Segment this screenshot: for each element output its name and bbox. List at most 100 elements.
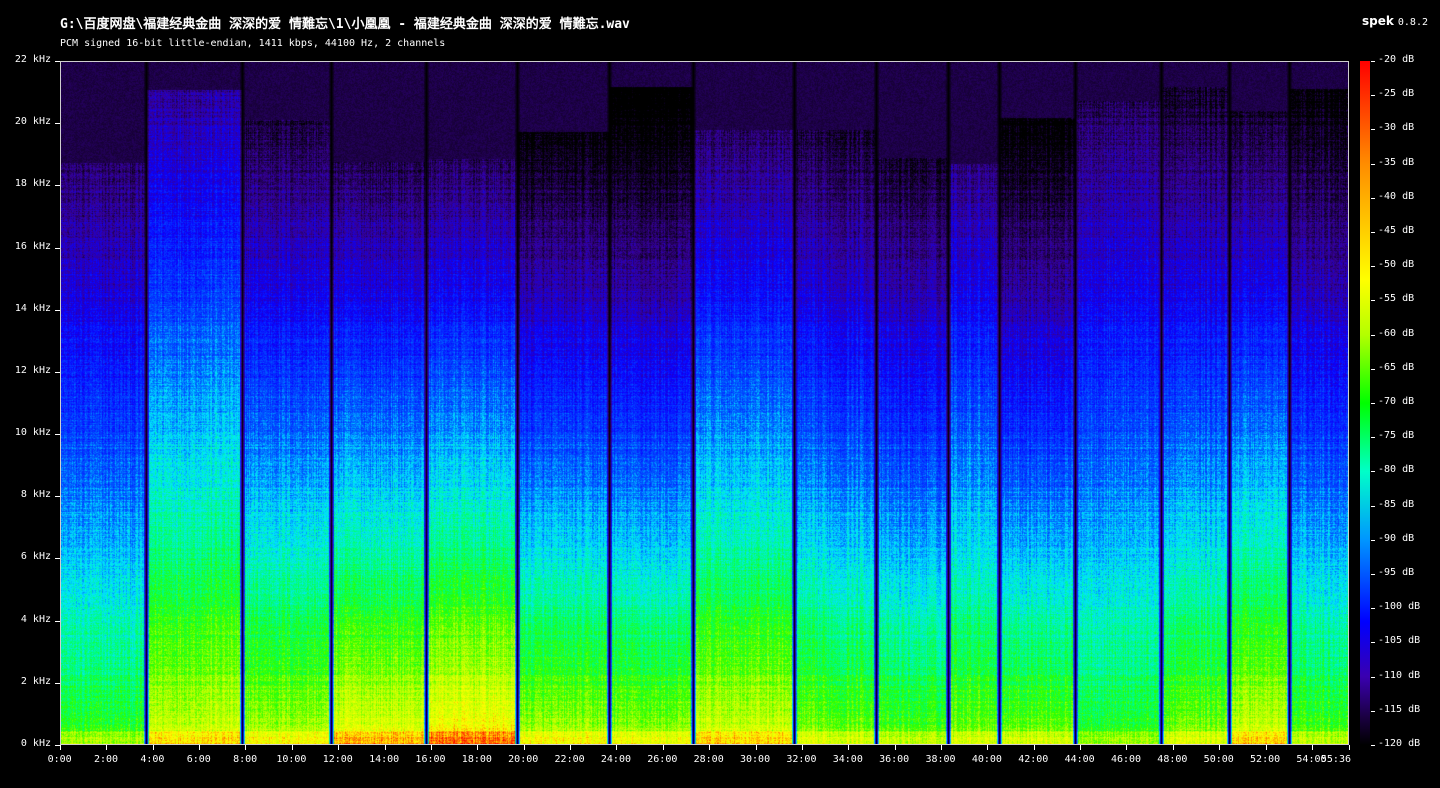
time-tick-mark — [1219, 745, 1221, 750]
db-tick-label: -50 dB — [1378, 259, 1415, 271]
spectrogram-canvas[interactable] — [61, 62, 1348, 744]
time-tick-label: 30:00 — [740, 754, 771, 765]
time-tick-mark — [1126, 745, 1128, 750]
time-tick-label: 6:00 — [186, 754, 211, 765]
time-tick-label: 32:00 — [786, 754, 817, 765]
db-tick-mark — [1371, 471, 1375, 473]
time-tick-label: 48:00 — [1157, 754, 1188, 765]
db-tick-label: -75 dB — [1378, 430, 1415, 442]
time-tick-mark — [662, 745, 664, 750]
db-tick-label: -100 dB — [1378, 601, 1421, 613]
db-tick-mark — [1371, 574, 1375, 575]
time-tick-mark — [1033, 745, 1035, 750]
db-tick-label: -55 dB — [1378, 293, 1415, 305]
db-tick-mark — [1371, 334, 1375, 336]
db-tick-label: -120 dB — [1378, 738, 1421, 749]
spectrogram-plot[interactable] — [60, 61, 1349, 745]
db-tick-mark — [1371, 539, 1375, 541]
time-tick-mark — [152, 745, 154, 750]
frequency-tick-mark — [55, 185, 60, 187]
frequency-tick-label: 14 kHz — [14, 302, 51, 314]
db-color-scale-bar — [1360, 61, 1370, 745]
db-tick-mark — [1371, 676, 1375, 678]
db-tick-label: -25 dB — [1378, 88, 1415, 100]
frequency-tick-mark — [55, 309, 60, 311]
frequency-tick-label: 22 kHz — [14, 54, 51, 65]
time-tick-mark — [1172, 745, 1174, 750]
frequency-tick-label: 10 kHz — [14, 427, 51, 439]
db-tick-label: -80 dB — [1378, 464, 1415, 476]
db-tick-mark — [1371, 232, 1375, 233]
frequency-tick-label: 20 kHz — [14, 116, 51, 128]
frequency-tick-mark — [55, 682, 60, 684]
db-tick-mark — [1371, 608, 1375, 610]
time-tick-mark — [570, 745, 572, 750]
time-tick-label: 38:00 — [925, 754, 956, 765]
time-tick-label: 20:00 — [508, 754, 539, 765]
frequency-tick-mark — [55, 123, 60, 125]
db-tick-mark — [1371, 197, 1375, 199]
db-tick-label: -60 dB — [1378, 327, 1415, 339]
frequency-tick-mark — [55, 620, 60, 622]
time-tick-mark — [894, 745, 896, 750]
time-tick-label: 16:00 — [415, 754, 446, 765]
db-tick-mark — [1371, 745, 1375, 746]
frequency-tick-mark — [55, 558, 60, 560]
db-tick-label: -105 dB — [1378, 635, 1421, 647]
frequency-tick-label: 8 kHz — [20, 489, 51, 501]
frequency-tick-mark — [55, 371, 60, 373]
app-name: spek — [1362, 14, 1394, 28]
db-tick-mark — [1371, 642, 1375, 644]
db-tick-label: -85 dB — [1378, 498, 1415, 510]
time-tick-label: 12:00 — [322, 754, 353, 765]
frequency-tick-mark — [55, 496, 60, 498]
db-tick-label: -20 dB — [1378, 54, 1415, 65]
time-tick-mark — [987, 745, 989, 750]
frequency-tick-label: 12 kHz — [14, 364, 51, 376]
time-tick-label: 24:00 — [600, 754, 631, 765]
time-tick-label: 18:00 — [461, 754, 492, 765]
db-tick-mark — [1371, 129, 1375, 131]
time-tick-mark — [709, 745, 711, 750]
app-version: 0.8.2 — [1397, 17, 1428, 28]
db-tick-label: -70 dB — [1378, 396, 1415, 407]
time-tick-label: 42:00 — [1018, 754, 1049, 765]
time-tick-label: 55:36 — [1320, 754, 1351, 765]
time-tick-mark — [430, 745, 432, 750]
time-tick-label: 40:00 — [971, 754, 1002, 765]
db-tick-mark — [1371, 266, 1375, 268]
time-tick-label: 4:00 — [140, 754, 165, 765]
time-tick-mark — [755, 745, 757, 750]
frequency-tick-label: 2 kHz — [20, 675, 51, 687]
db-tick-mark — [1371, 368, 1375, 370]
time-tick-mark — [940, 745, 942, 750]
db-tick-mark — [1371, 710, 1375, 712]
time-tick-mark — [106, 745, 108, 750]
audio-format-info: PCM signed 16-bit little-endian, 1411 kb… — [60, 38, 446, 49]
time-tick-mark — [801, 745, 803, 750]
time-tick-mark — [338, 745, 340, 750]
time-tick-mark — [616, 745, 618, 750]
time-tick-label: 44:00 — [1064, 754, 1095, 765]
time-tick-label: 46:00 — [1110, 754, 1142, 765]
time-tick-label: 0:00 — [47, 754, 72, 765]
app-brand: spek 0.8.2 — [1362, 14, 1428, 28]
time-tick-label: 52:00 — [1250, 754, 1281, 765]
db-tick-mark — [1371, 95, 1375, 97]
db-tick-mark — [1371, 163, 1375, 165]
db-tick-mark — [1371, 505, 1375, 507]
db-tick-mark — [1371, 403, 1375, 404]
time-tick-label: 14:00 — [369, 754, 400, 765]
frequency-tick-label: 18 kHz — [14, 178, 51, 190]
db-tick-mark — [1371, 300, 1375, 302]
frequency-tick-mark — [55, 247, 60, 249]
time-tick-label: 34:00 — [832, 754, 863, 765]
time-tick-label: 26:00 — [647, 754, 678, 765]
time-tick-label: 2:00 — [93, 754, 119, 765]
db-tick-label: -110 dB — [1378, 669, 1421, 681]
time-tick-label: 28:00 — [693, 754, 724, 765]
time-tick-label: 22:00 — [554, 754, 585, 765]
db-tick-mark — [1371, 61, 1375, 62]
db-tick-label: -115 dB — [1378, 703, 1421, 715]
time-tick-label: 8:00 — [233, 754, 258, 765]
